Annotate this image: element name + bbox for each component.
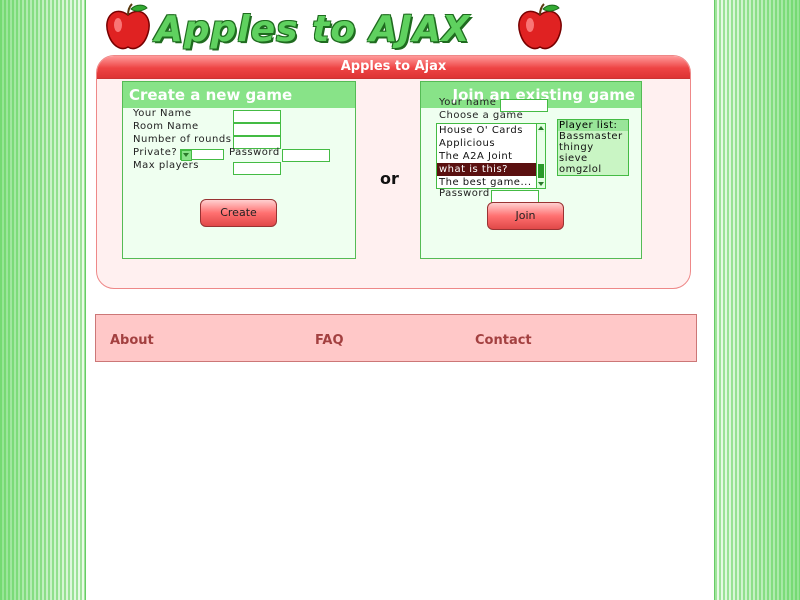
player-list-heading: Player list: xyxy=(558,120,628,131)
panel-title: Apples to Ajax xyxy=(97,56,690,79)
create-game-box: Create a new game Your Name Room Name Nu… xyxy=(122,81,356,259)
create-password-label: Password xyxy=(229,147,280,158)
game-list-item[interactable]: The A2A Joint xyxy=(437,150,545,163)
max-players-input[interactable] xyxy=(233,162,281,175)
or-separator: or xyxy=(380,169,399,188)
player-list-item: sieve xyxy=(559,153,588,164)
game-list-item[interactable]: House O' Cards xyxy=(437,124,545,137)
player-list-item: thingy xyxy=(559,142,594,153)
scrollbar-thumb[interactable] xyxy=(538,164,544,178)
footer-nav: About FAQ Contact xyxy=(95,314,697,362)
rounds-label: Number of rounds xyxy=(133,134,232,145)
create-password-input[interactable] xyxy=(282,149,330,162)
scroll-up-icon[interactable] xyxy=(537,124,545,132)
game-list-item[interactable]: Applicious xyxy=(437,137,545,150)
game-list[interactable]: House O' Cards Applicious The A2A Joint … xyxy=(436,123,546,189)
site-logo[interactable]: Apples to AJAX xyxy=(105,3,565,51)
create-game-heading: Create a new game xyxy=(123,82,355,108)
player-list-item: Bassmaster xyxy=(559,131,623,142)
faq-link[interactable]: FAQ xyxy=(315,333,344,348)
apple-icon xyxy=(106,3,150,50)
join-your-name-label: Your name xyxy=(439,97,497,108)
max-players-label: Max players xyxy=(133,160,199,171)
logo-title: Apples to AJAX xyxy=(155,9,471,50)
player-list-item: omgzlol xyxy=(559,164,602,175)
player-list: Player list: Bassmaster thingy sieve omg… xyxy=(557,119,629,176)
right-background-stripe xyxy=(715,0,800,600)
scroll-down-icon[interactable] xyxy=(537,180,545,188)
game-list-scrollbar[interactable] xyxy=(536,124,545,188)
join-password-label: Password xyxy=(439,188,490,199)
private-select[interactable] xyxy=(180,149,224,161)
join-button[interactable]: Join xyxy=(487,202,564,230)
game-list-item-selected[interactable]: what is this? xyxy=(437,163,545,176)
room-name-input[interactable] xyxy=(233,123,281,136)
contact-link[interactable]: Contact xyxy=(475,333,532,348)
join-game-box: Join an existing game Your name Choose a… xyxy=(420,81,642,259)
game-panel: Apples to Ajax Create a new game Your Na… xyxy=(96,55,691,289)
room-name-label: Room Name xyxy=(133,121,199,132)
your-name-label: Your Name xyxy=(133,108,192,119)
private-label: Private? xyxy=(133,147,178,158)
left-background-stripe xyxy=(0,0,85,600)
create-button[interactable]: Create xyxy=(200,199,277,227)
apple-icon xyxy=(518,3,562,50)
about-link[interactable]: About xyxy=(110,333,154,348)
choose-game-label: Choose a game xyxy=(439,110,524,121)
create-your-name-input[interactable] xyxy=(233,110,281,123)
